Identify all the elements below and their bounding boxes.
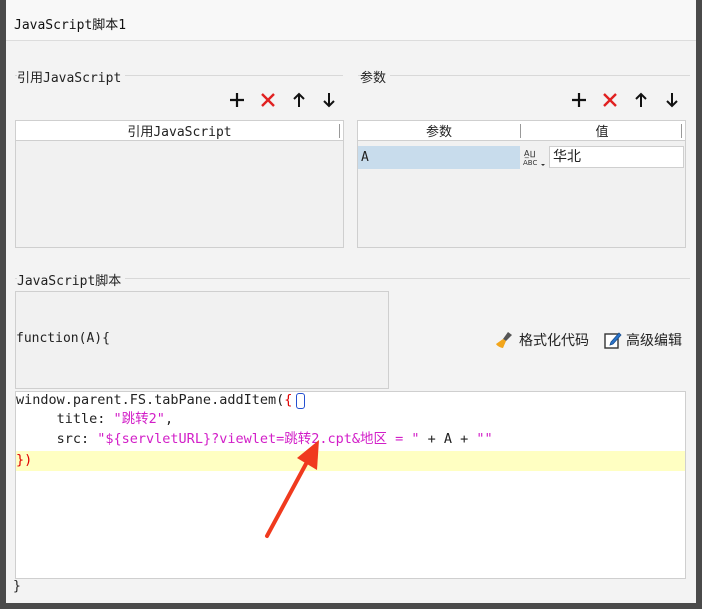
column-separator [681,124,682,138]
param-value-field[interactable]: 华北 [549,146,684,168]
plus-icon [230,93,244,107]
delete-x-icon [603,93,617,107]
params-move-down-button[interactable] [661,89,683,111]
params-group-title: 参数 [360,67,391,86]
arrow-down-icon [323,93,335,108]
code-concat: + A + [419,431,477,447]
format-code-label: 格式化代码 [519,333,589,349]
code-comma: , [164,411,174,427]
code-empty-string: "" [476,431,493,447]
code-title-value: "跳转2" [113,411,165,427]
window-border-bottom [0,603,702,609]
plus-icon [572,93,586,107]
svg-text:∐: ∐ [530,150,535,158]
code-open-brace: { [284,392,293,408]
table-row[interactable]: A A̲ ∐ ABC 华北 [358,146,685,169]
code-src-key: src: [16,431,98,447]
function-closing-brace: } [13,579,21,594]
advanced-edit-label: 高级编辑 [626,333,682,349]
refs-move-up-button[interactable] [288,89,310,111]
code-editor[interactable]: window.parent.FS.tabPane.addItem({ title… [15,391,686,579]
edit-pencil-icon [604,332,622,349]
params-group-line [358,75,690,76]
params-table[interactable]: 参数 值 A A̲ ∐ ABC 华北 [357,120,686,248]
code-line-4: }) [16,452,33,468]
params-delete-button[interactable] [599,89,621,111]
refs-delete-button[interactable] [257,89,279,111]
refs-move-down-button[interactable] [318,89,340,111]
refs-table[interactable]: 引用JavaScript [15,120,344,248]
refs-table-header: 引用JavaScript [16,121,343,141]
format-code-button[interactable]: 格式化代码 [494,330,589,350]
function-header: function(A){ [16,331,110,346]
params-column-name: 参数 [425,125,452,140]
column-separator [339,124,340,138]
abc-type-icon[interactable]: A̲ ∐ ABC [521,146,548,169]
code-line-2: title: "跳转2", [16,409,173,430]
code-line-1: window.parent.FS.tabPane.addItem({ [16,390,292,411]
delete-x-icon [261,93,275,107]
refs-group-title: 引用JavaScript [17,67,126,86]
svg-text:ABC: ABC [523,159,537,167]
param-name-cell[interactable]: A [358,146,520,169]
params-move-up-button[interactable] [630,89,652,111]
red-arrow-annotation [265,440,319,538]
arrow-down-icon [666,93,678,108]
advanced-edit-button[interactable]: 高级编辑 [603,330,682,350]
code-title-key: title: [16,411,114,427]
broom-icon [496,332,512,348]
code-call: window.parent.FS.tabPane.addItem( [16,392,285,408]
window-title: JavaScript脚本1 [14,18,127,33]
window-border-right [696,0,702,609]
params-column-value: 值 [595,125,609,140]
params-table-header: 参数 值 [358,121,685,141]
arrow-up-icon [635,92,647,107]
bracket-match-marker [296,393,305,409]
refs-column-header: 引用JavaScript [127,125,232,140]
type-selector-glyph: A̲ ∐ ABC [523,149,545,167]
params-add-button[interactable] [568,89,590,111]
current-line-highlight [16,451,685,471]
window-border-left [0,0,6,609]
arrow-up-icon [293,92,305,107]
refs-add-button[interactable] [226,89,248,111]
script-group-title: JavaScript脚本 [17,270,126,289]
